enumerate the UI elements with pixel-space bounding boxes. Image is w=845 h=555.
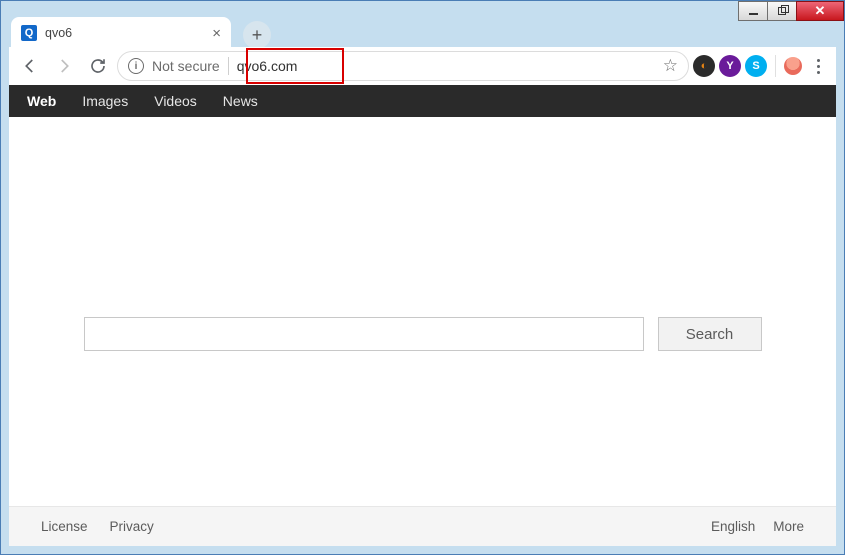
minimize-button[interactable] [738,1,768,21]
site-info-icon[interactable]: i [128,58,144,74]
toolbar-divider [775,55,776,77]
browser-tab[interactable]: Q qvo6 × [11,17,231,49]
browser-toolbar: i Not secure qvo6.com ☆ ◐ Y S [9,47,836,85]
footer-language[interactable]: English [711,519,755,534]
footer-privacy[interactable]: Privacy [110,519,154,534]
footer-license[interactable]: License [41,519,88,534]
nav-images[interactable]: Images [82,93,128,109]
tab-strip: Q qvo6 × + [11,15,834,49]
browser-window: ✕ Q qvo6 × + i Not secure qvo6.com ☆ ◐ Y… [0,0,845,555]
address-bar[interactable]: i Not secure qvo6.com ☆ [117,51,689,81]
separator [228,57,229,75]
reload-button[interactable] [83,51,113,81]
page-footer: License Privacy English More [9,506,836,546]
forward-button[interactable] [49,51,79,81]
url-text: qvo6.com [237,58,298,74]
nav-news[interactable]: News [223,93,258,109]
bookmark-star-icon[interactable]: ☆ [663,56,678,76]
tab-title: qvo6 [45,26,72,40]
close-window-button[interactable]: ✕ [796,1,844,21]
favicon-icon: Q [21,25,37,41]
extension-icon-1[interactable]: ◐ [693,55,715,77]
window-controls: ✕ [739,1,844,21]
browser-menu-button[interactable] [806,59,830,74]
footer-more[interactable]: More [773,519,804,534]
nav-web[interactable]: Web [27,93,56,109]
search-input[interactable] [84,317,644,351]
nav-videos[interactable]: Videos [154,93,197,109]
back-button[interactable] [15,51,45,81]
search-button[interactable]: Search [658,317,762,351]
new-tab-button[interactable]: + [243,21,271,49]
profile-avatar[interactable] [784,57,802,75]
maximize-button[interactable] [767,1,797,21]
site-nav: Web Images Videos News [9,85,836,117]
extension-icon-yahoo[interactable]: Y [719,55,741,77]
security-label: Not secure [152,58,220,74]
search-area: Search [9,317,836,351]
page-content: Web Images Videos News Search License Pr… [9,85,836,546]
close-tab-icon[interactable]: × [212,26,221,41]
extension-icon-skype[interactable]: S [745,55,767,77]
